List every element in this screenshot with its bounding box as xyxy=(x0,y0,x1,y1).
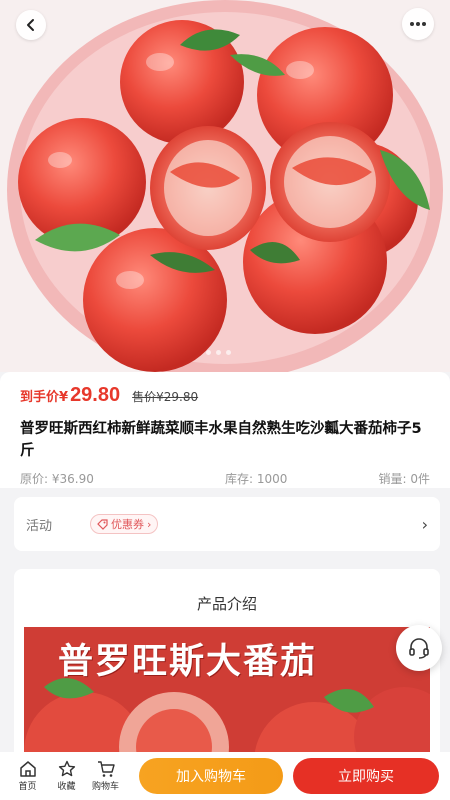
headset-icon xyxy=(409,638,429,659)
activity-row[interactable]: 活动 优惠券 › › xyxy=(14,497,440,551)
bottom-action-bar: 首页 收藏 购物车 加入购物车 立即购买 xyxy=(0,752,450,800)
nav-favorite-label: 收藏 xyxy=(57,782,76,792)
tag-icon xyxy=(97,518,108,530)
chevron-left-icon xyxy=(27,19,34,31)
chevron-right-icon[interactable]: › xyxy=(422,515,428,534)
cart-icon xyxy=(97,761,115,777)
final-price-label: 到手价¥ xyxy=(20,390,69,405)
nav-home-label: 首页 xyxy=(18,782,37,792)
coupon-label: 优惠券 xyxy=(111,518,144,531)
original-price: 原价: ¥36.90 xyxy=(20,472,94,486)
product-intro-section: 产品介绍 普罗旺斯大番茄 xyxy=(14,569,440,769)
product-meta: 原价: ¥36.90 库存: 1000 销量: 0件 xyxy=(20,470,430,487)
intro-banner-text: 普罗旺斯大番茄 xyxy=(58,642,318,682)
intro-title: 产品介绍 xyxy=(196,595,257,613)
carousel-indicator xyxy=(206,350,231,355)
product-image-carousel[interactable] xyxy=(0,0,450,372)
add-to-cart-button[interactable]: 加入购物车 xyxy=(139,758,283,794)
price-row: 到手价¥ 29.80 售价¥29.80 xyxy=(20,384,430,412)
intro-image[interactable]: 普罗旺斯大番茄 xyxy=(24,627,430,769)
tomato-photo xyxy=(0,0,450,372)
coupon-arrow: › xyxy=(147,517,152,531)
ellipsis-icon xyxy=(410,22,426,26)
nav-cart[interactable]: 购物车 xyxy=(86,760,125,792)
star-icon xyxy=(58,760,75,777)
product-title: 普罗旺斯西红柿新鲜蔬菜顺丰水果自然熟生吃沙瓤大番茄柿子5斤 xyxy=(20,421,422,459)
carousel-dot[interactable] xyxy=(216,350,221,355)
nav-home[interactable]: 首页 xyxy=(8,760,47,792)
customer-service-button[interactable] xyxy=(396,625,442,671)
nav-favorite[interactable]: 收藏 xyxy=(47,760,86,792)
product-info-card: 到手价¥ 29.80 售价¥29.80 普罗旺斯西红柿新鲜蔬菜顺丰水果自然熟生吃… xyxy=(0,372,450,488)
back-button[interactable] xyxy=(16,10,46,40)
activity-label: 活动 xyxy=(26,518,53,534)
buy-now-button[interactable]: 立即购买 xyxy=(293,758,439,794)
sales-count: 销量: 0件 xyxy=(378,472,430,486)
sale-price-strike: 售价¥29.80 xyxy=(132,390,199,404)
more-button[interactable] xyxy=(402,8,434,40)
stock-count: 库存: 1000 xyxy=(224,472,288,486)
final-price: 29.80 xyxy=(70,384,121,406)
home-icon xyxy=(19,761,36,777)
carousel-dot[interactable] xyxy=(206,350,211,355)
carousel-dot[interactable] xyxy=(226,350,231,355)
coupon-tag[interactable]: 优惠券 › xyxy=(90,514,159,534)
nav-cart-label: 购物车 xyxy=(91,782,119,792)
